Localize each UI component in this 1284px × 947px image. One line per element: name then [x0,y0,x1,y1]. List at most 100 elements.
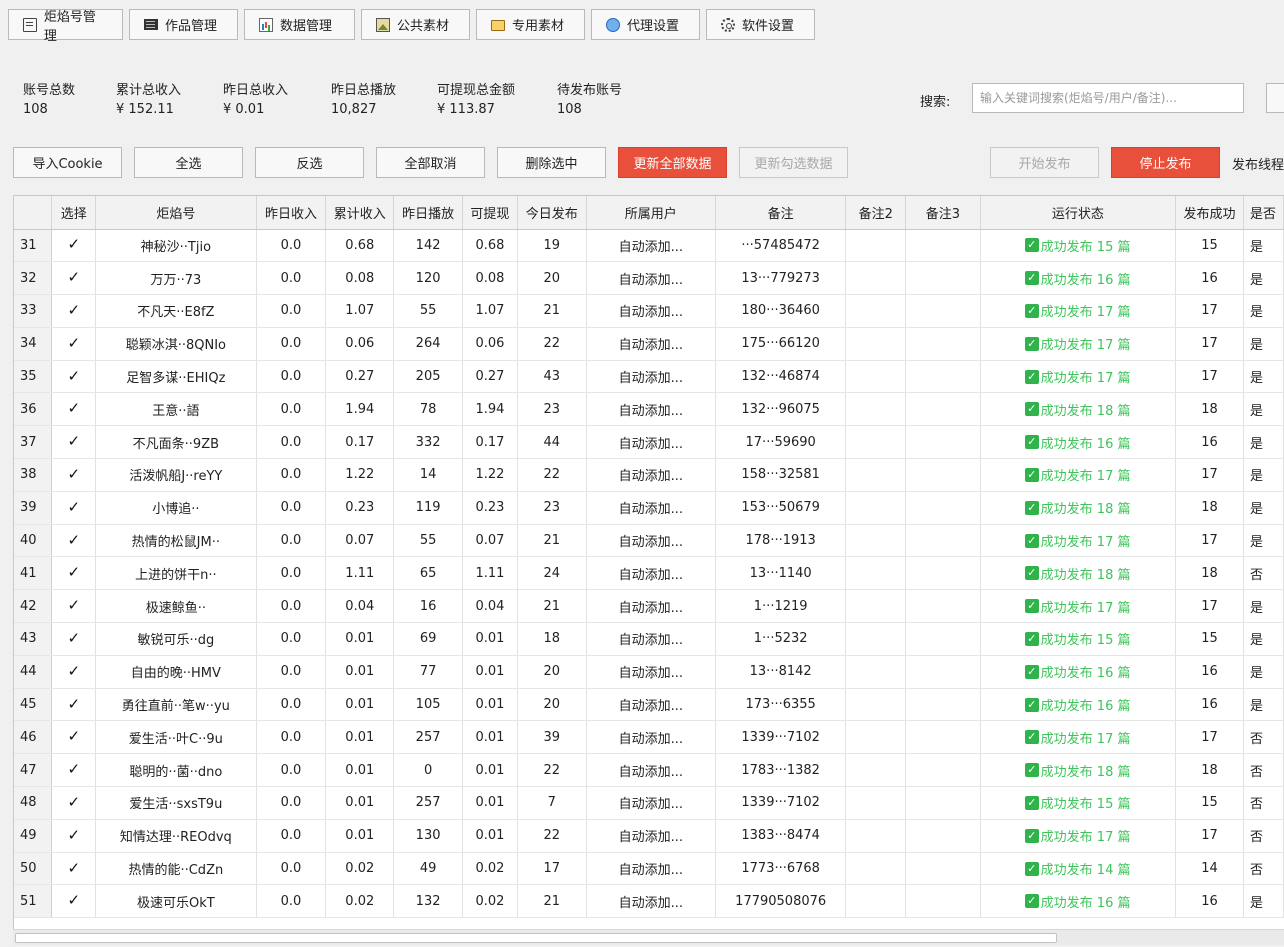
row-checkbox[interactable]: ✓ [51,819,97,853]
stats-summary: 账号总数 108 累计总收入 ¥ 152.11 昨日总收入 ¥ 0.01 昨日总播放 1… [23,79,657,117]
table-row[interactable]: 36 ✓ 王意··語 0.0 1.94 78 1.94 23 自动添加... 132···9607… [14,392,1284,427]
checkbox-checked[interactable]: ✓ [67,729,80,744]
checkbox-checked[interactable]: ✓ [67,696,80,712]
row-number: 47 [14,753,53,788]
header-note2[interactable]: 备注2 [845,196,907,230]
table-row[interactable]: 47 ✓ 聪明的··菌··dno 0.0 0.01 0 0.01 22 自动添加... 1783·… [14,753,1284,788]
delete-selected-button[interactable]: 删除选中 [497,147,606,178]
table-row[interactable]: 44 ✓ 自由的晚··HMV 0.0 0.01 77 0.01 20 自动添加... 13···8… [14,655,1284,689]
update-all-data-button[interactable]: 更新全部数据 [618,147,727,178]
search-side-button[interactable] [1266,83,1284,113]
row-checkbox[interactable]: ✓ [51,852,97,886]
table-row[interactable]: 37 ✓ 不凡面条··9ZB 0.0 0.17 332 0.17 44 自动添加... 17···… [14,425,1284,460]
header-withdrawable[interactable]: 可提现 [462,196,518,230]
header-flag[interactable]: 是否 [1243,196,1284,230]
tab-proxy-settings[interactable]: 代理设置 [591,9,700,40]
checkbox-checked[interactable]: ✓ [67,368,80,384]
table-row[interactable]: 41 ✓ 上进的饼干n·· 0.0 1.11 65 1.11 24 自动添加... 13···11… [14,556,1284,591]
row-checkbox[interactable]: ✓ [51,786,97,820]
start-publish-button[interactable]: 开始发布 [990,147,1099,178]
checkbox-checked[interactable]: ✓ [67,466,80,482]
row-checkbox[interactable]: ✓ [51,688,97,722]
checkbox-checked[interactable]: ✓ [67,270,80,285]
header-publish-success[interactable]: 发布成功 [1175,196,1244,230]
checkbox-checked[interactable]: ✓ [67,237,80,252]
scrollbar-thumb[interactable] [15,933,1057,943]
checkbox-checked[interactable]: ✓ [67,663,80,679]
checkbox-checked[interactable]: ✓ [67,401,80,416]
table-row[interactable]: 42 ✓ 极速鲸鱼·· 0.0 0.04 16 0.04 21 自动添加... 1···1219 ✓… [14,589,1284,624]
horizontal-scrollbar[interactable] [13,929,1284,945]
checkbox-checked[interactable]: ✓ [67,335,80,351]
row-checkbox[interactable]: ✓ [51,229,97,263]
checkbox-checked[interactable]: ✓ [67,565,80,580]
row-checkbox[interactable]: ✓ [51,261,97,296]
checkbox-checked[interactable]: ✓ [67,499,80,515]
table-row[interactable]: 43 ✓ 敏锐可乐··dg 0.0 0.01 69 0.01 18 自动添加... 1···523… [14,622,1284,656]
table-row[interactable]: 49 ✓ 知情达理··REOdvq 0.0 0.01 130 0.01 22 自动添加... 13… [14,819,1284,853]
row-checkbox[interactable]: ✓ [51,294,97,328]
checkbox-checked[interactable]: ✓ [67,794,80,810]
row-checkbox[interactable]: ✓ [51,884,97,919]
checkbox-checked[interactable]: ✓ [67,860,80,876]
checkbox-checked[interactable]: ✓ [67,893,80,908]
row-checkbox[interactable]: ✓ [51,622,97,656]
tab-works-manage[interactable]: 作品管理 [129,9,238,40]
tab-software-settings[interactable]: 软件设置 [706,9,815,40]
checkbox-checked[interactable]: ✓ [67,434,80,449]
checkbox-checked[interactable]: ✓ [67,762,80,777]
update-checked-data-button[interactable]: 更新勾选数据 [739,147,848,178]
table-row[interactable]: 33 ✓ 不凡天··E8fZ 0.0 1.07 55 1.07 21 自动添加... 180···… [14,294,1284,328]
table-row[interactable]: 40 ✓ 热情的松鼠JM·· 0.0 0.07 55 0.07 21 自动添加... 178···… [14,524,1284,558]
check-icon: ✓ [1024,599,1039,614]
row-checkbox[interactable]: ✓ [51,425,97,460]
header-yesterday-income[interactable]: 昨日收入 [256,196,327,230]
row-checkbox[interactable]: ✓ [51,458,97,492]
header-today-publish[interactable]: 今日发布 [517,196,587,230]
tab-account-manage[interactable]: 炬焰号管理 [8,9,123,44]
row-checkbox[interactable]: ✓ [51,327,97,361]
row-checkbox[interactable]: ✓ [51,655,97,689]
search-input[interactable] [972,83,1244,113]
table-row[interactable]: 45 ✓ 勇往直前··笔w··yu 0.0 0.01 105 0.01 20 自动添加... 17… [14,688,1284,722]
select-all-button[interactable]: 全选 [134,147,243,178]
header-note[interactable]: 备注 [715,196,847,230]
row-checkbox[interactable]: ✓ [51,753,97,788]
table-row[interactable]: 38 ✓ 活泼帆船J··reYY 0.0 1.22 14 1.22 22 自动添加... 158·… [14,458,1284,492]
row-checkbox[interactable]: ✓ [51,556,97,591]
row-checkbox[interactable]: ✓ [51,360,97,394]
header-run-status[interactable]: 运行状态 [980,196,1177,230]
header-total-income[interactable]: 累计收入 [325,196,395,230]
checkbox-checked[interactable]: ✓ [67,630,80,646]
checkbox-checked[interactable]: ✓ [67,598,80,613]
header-account[interactable]: 炬焰号 [95,196,257,230]
header-yesterday-plays[interactable]: 昨日播放 [393,196,463,230]
checkbox-checked[interactable]: ✓ [67,302,80,318]
table-row[interactable]: 48 ✓ 爱生活··sxsT9u 0.0 0.01 257 0.01 7 自动添加... 1339… [14,786,1284,820]
table-row[interactable]: 51 ✓ 极速可乐OkT 0.0 0.02 132 0.02 21 自动添加... 1779050… [14,884,1284,919]
table-row[interactable]: 46 ✓ 爱生活··叶C··9u 0.0 0.01 257 0.01 39 自动添加... 133… [14,720,1284,755]
table-row[interactable]: 31 ✓ 神秘沙··Tjio 0.0 0.68 142 0.68 19 自动添加... ···57… [14,229,1284,263]
header-note3[interactable]: 备注3 [905,196,981,230]
table-row[interactable]: 50 ✓ 热情的能··CdZn 0.0 0.02 49 0.02 17 自动添加... 1773·… [14,852,1284,886]
checkbox-checked[interactable]: ✓ [67,827,80,843]
deselect-all-button[interactable]: 全部取消 [376,147,485,178]
tab-private-material[interactable]: 专用素材 [476,9,585,40]
import-cookie-button[interactable]: 导入Cookie [13,147,122,178]
row-checkbox[interactable]: ✓ [51,392,97,427]
row-checkbox[interactable]: ✓ [51,720,97,755]
row-checkbox[interactable]: ✓ [51,491,97,525]
row-checkbox[interactable]: ✓ [51,524,97,558]
tab-public-material[interactable]: 公共素材 [361,9,470,40]
table-row[interactable]: 35 ✓ 足智多谋··EHIQz 0.0 0.27 205 0.27 43 自动添加... 132… [14,360,1284,394]
tab-data-manage[interactable]: 数据管理 [244,9,355,40]
row-checkbox[interactable]: ✓ [51,589,97,624]
checkbox-checked[interactable]: ✓ [67,532,80,548]
invert-selection-button[interactable]: 反选 [255,147,364,178]
header-user[interactable]: 所属用户 [586,196,716,230]
header-select[interactable]: 选择 [51,196,97,230]
table-row[interactable]: 39 ✓ 小博追·· 0.0 0.23 119 0.23 23 自动添加... 153···506… [14,491,1284,525]
table-row[interactable]: 32 ✓ 万万··73 0.0 0.08 120 0.08 20 自动添加... 13···779… [14,261,1284,296]
table-row[interactable]: 34 ✓ 聪颖冰淇··8QNIo 0.0 0.06 264 0.06 22 自动添加... 175… [14,327,1284,361]
stop-publish-button[interactable]: 停止发布 [1111,147,1220,178]
